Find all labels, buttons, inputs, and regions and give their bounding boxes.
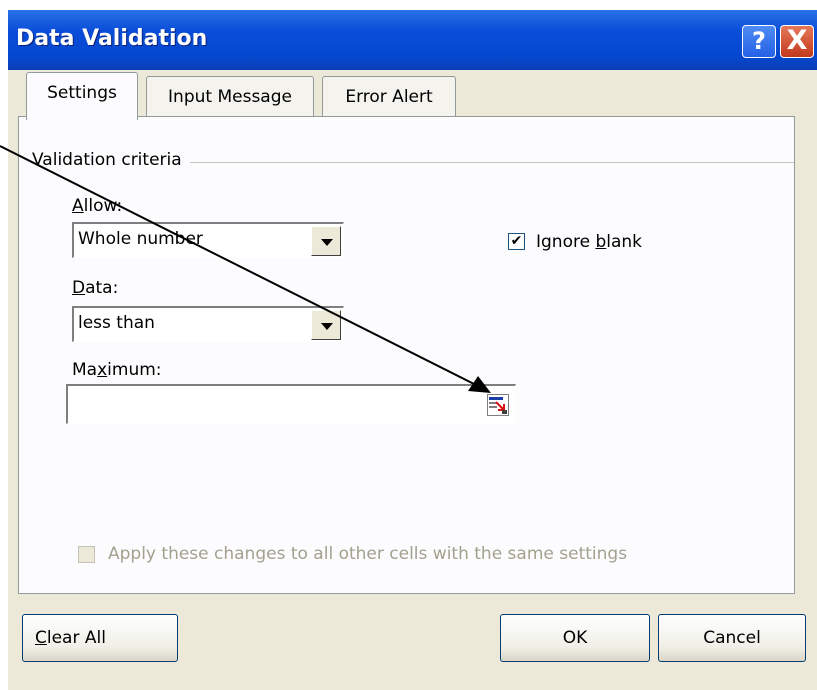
data-label: Data: — [72, 278, 119, 298]
tab-settings[interactable]: Settings — [26, 72, 138, 120]
data-value: less than — [78, 313, 155, 333]
maximum-input[interactable] — [66, 384, 516, 424]
chevron-down-icon[interactable] — [311, 226, 341, 256]
cancel-button[interactable]: Cancel — [658, 614, 806, 662]
apply-all-label: Apply these changes to all other cells w… — [108, 544, 628, 564]
window-title: Data Validation — [16, 26, 208, 51]
validation-criteria-label: Validation criteria — [32, 150, 190, 170]
help-button[interactable]: ? — [742, 25, 776, 58]
tab-input-message[interactable]: Input Message — [146, 76, 314, 120]
title-bar[interactable]: Data Validation ? X — [8, 10, 817, 70]
close-icon: X — [786, 25, 808, 56]
allow-dropdown[interactable]: Whole number — [72, 222, 344, 258]
tab-error-alert[interactable]: Error Alert — [322, 76, 456, 120]
chevron-down-icon[interactable] — [311, 310, 341, 340]
settings-panel — [18, 116, 795, 594]
tab-label: Input Message — [168, 87, 292, 107]
close-button[interactable]: X — [780, 25, 814, 58]
range-select-button[interactable] — [487, 394, 509, 416]
range-select-icon — [489, 397, 507, 414]
allow-label: Allow: — [72, 196, 123, 216]
clear-all-button[interactable]: Clear All — [22, 614, 178, 662]
data-dropdown[interactable]: less than — [72, 306, 344, 342]
ignore-blank-checkbox[interactable]: ✔ — [508, 233, 525, 250]
maximum-label: Maximum: — [72, 360, 162, 380]
ok-button[interactable]: OK — [500, 614, 650, 662]
ignore-blank-label[interactable]: Ignore blank — [536, 232, 642, 252]
checkmark-icon: ✔ — [510, 233, 523, 249]
tab-label: Error Alert — [345, 87, 433, 107]
apply-all-checkbox[interactable] — [78, 546, 95, 563]
tab-label: Settings — [47, 83, 117, 103]
help-icon: ? — [752, 27, 766, 55]
allow-value: Whole number — [78, 229, 203, 249]
